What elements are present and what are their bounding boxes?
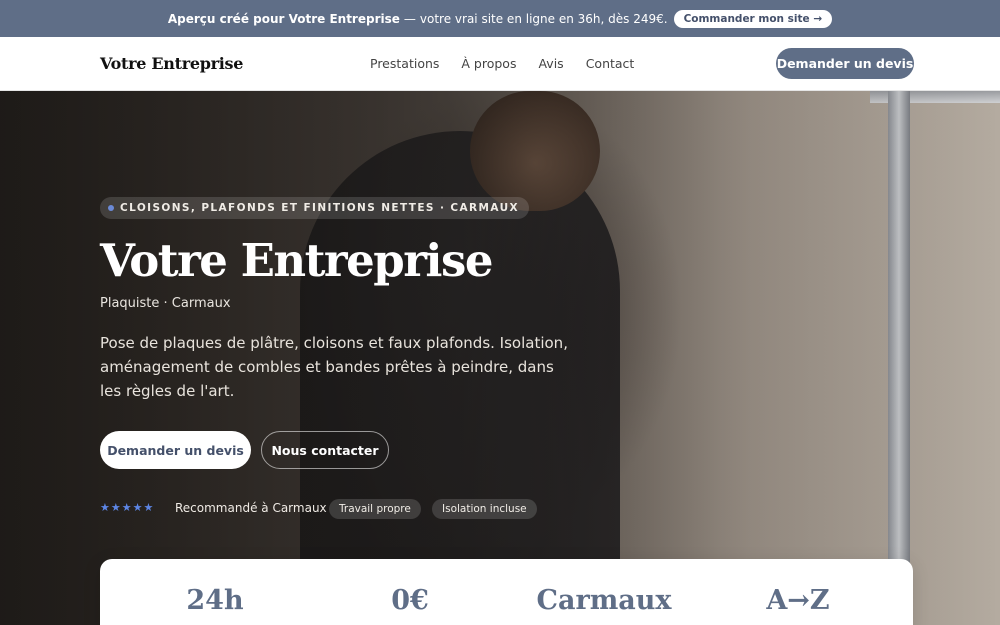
hero-subtitle: Plaquiste · Carmaux — [100, 296, 231, 311]
recommendation-text: Recommandé à Carmaux — [175, 501, 327, 515]
stat-0-euro: 0€ — [391, 585, 429, 616]
rating-stars-icon: ★★★★★ — [100, 501, 155, 514]
promo-separator: — — [403, 11, 416, 26]
hero-title: Votre Entreprise — [100, 234, 493, 287]
nav-quote-button[interactable]: Demander un devis — [776, 48, 914, 79]
promo-banner: Aperçu créé pour Votre Entreprise — votr… — [0, 0, 1000, 37]
nav-link-contact[interactable]: Contact — [586, 56, 635, 71]
promo-text: votre vrai site en ligne en 36h, dès 249… — [419, 11, 668, 26]
hero-contact-button[interactable]: Nous contacter — [261, 431, 389, 469]
chip-isolation-incluse: Isolation incluse — [432, 499, 537, 519]
chip-travail-propre: Travail propre — [329, 499, 421, 519]
hero-tag-label: CLOISONS, PLAFONDS ET FINITIONS NETTES ·… — [120, 202, 519, 214]
order-site-button[interactable]: Commander mon site → — [673, 9, 833, 28]
top-navigation: Votre Entreprise Prestations À propos Av… — [0, 37, 1000, 91]
hero-tag: CLOISONS, PLAFONDS ET FINITIONS NETTES ·… — [100, 197, 529, 219]
hero-description: Pose de plaques de plâtre, cloisons et f… — [100, 334, 568, 400]
nav-links: Prestations À propos Avis Contact — [370, 56, 656, 71]
nav-link-prestations[interactable]: Prestations — [370, 56, 439, 71]
hero-section: CLOISONS, PLAFONDS ET FINITIONS NETTES ·… — [0, 91, 1000, 625]
stats-card: 24h 0€ Carmaux A→Z — [100, 559, 913, 625]
promo-lead: Aperçu créé pour Votre Entreprise — [167, 11, 400, 26]
nav-link-avis[interactable]: Avis — [538, 56, 563, 71]
nav-link-a-propos[interactable]: À propos — [461, 56, 516, 71]
stat-24h: 24h — [186, 585, 244, 616]
stat-carmaux: Carmaux — [536, 585, 672, 616]
hero-quote-button[interactable]: Demander un devis — [100, 431, 251, 469]
brand-logo[interactable]: Votre Entreprise — [100, 54, 243, 73]
stat-a-z: A→Z — [766, 585, 830, 616]
dot-icon — [108, 205, 114, 211]
